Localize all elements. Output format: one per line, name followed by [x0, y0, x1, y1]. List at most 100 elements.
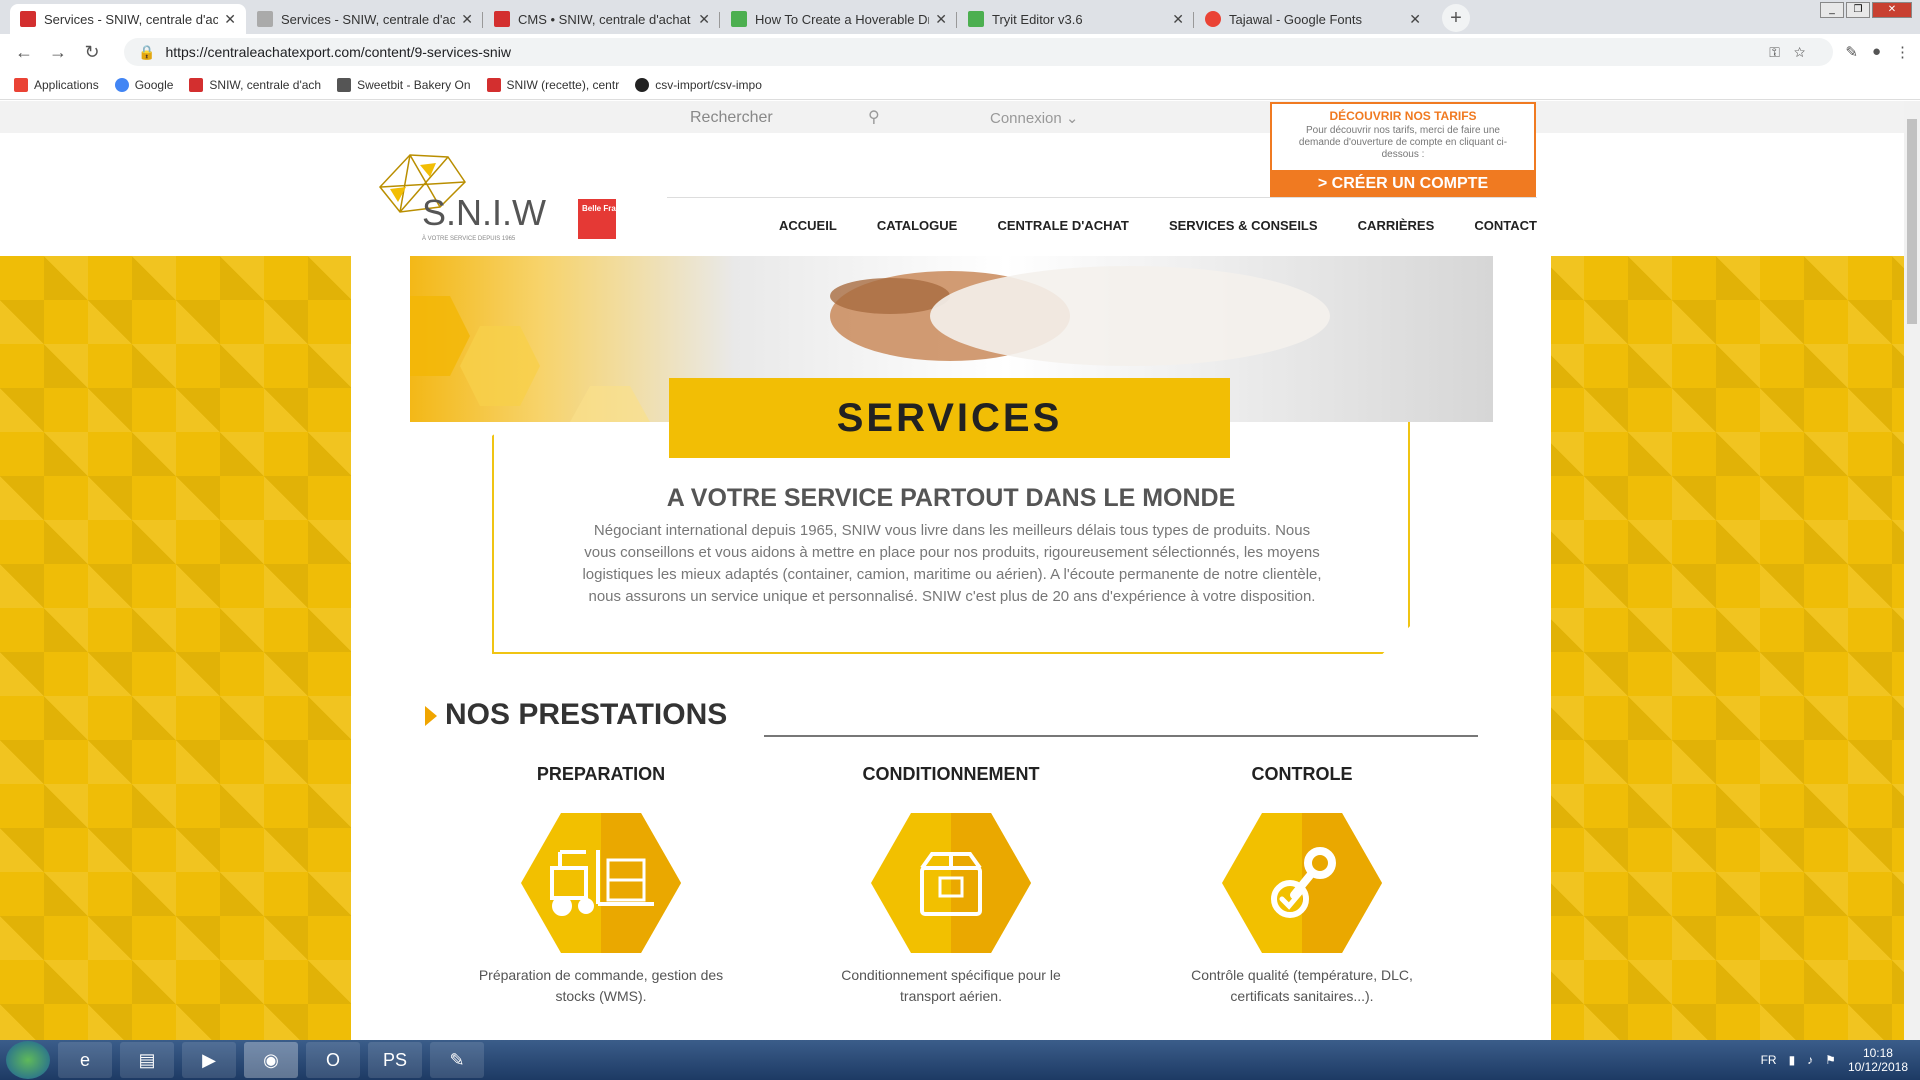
browser-tab[interactable]: How To Create a Hoverable Drop ✕	[721, 4, 957, 34]
browser-tab[interactable]: Services - SNIW, centrale d'achat ✕	[247, 4, 483, 34]
address-bar[interactable]: 🔒 https://centraleachatexport.com/conten…	[124, 38, 1834, 66]
profile-avatar-icon[interactable]: ●	[1872, 43, 1881, 61]
service-card-conditionnement[interactable]: CONDITIONNEMENT Conditionnement spécifiq…	[821, 764, 1081, 1007]
tab-close-icon[interactable]: ✕	[224, 11, 236, 28]
bookmarks-bar: Applications Google SNIW, centrale d'ach…	[0, 70, 1920, 100]
minimize-button[interactable]: _	[1820, 2, 1844, 18]
tab-favicon-icon	[494, 11, 510, 27]
site-topbar: Rechercher ⚲ Connexion ⌄	[0, 101, 1904, 133]
bookmark-item[interactable]: Sweetbit - Bakery On	[337, 77, 471, 92]
page-viewport: Rechercher ⚲ Connexion ⌄ DÉCOUVRIR NOS T…	[0, 101, 1904, 1040]
browser-tab[interactable]: Services - SNIW, centrale d'achat ✕	[10, 4, 246, 34]
system-tray: FR ▮ ♪ ⚑ 10:18 10/12/2018	[1761, 1046, 1920, 1074]
ie-icon[interactable]: e	[58, 1042, 112, 1078]
tab-title: Tryit Editor v3.6	[992, 11, 1083, 27]
close-window-button[interactable]: ✕	[1872, 2, 1912, 18]
explorer-icon[interactable]: ▤	[120, 1042, 174, 1078]
flag-icon[interactable]: ⚑	[1825, 1053, 1836, 1067]
login-dropdown[interactable]: Connexion ⌄	[990, 109, 1078, 127]
intro-paragraph: Négociant international depuis 1965, SNI…	[582, 522, 1322, 605]
nav-item-accueil[interactable]: ACCUEIL	[779, 218, 837, 233]
os-taskbar: e ▤ ▶ ◉ O PS ✎ FR ▮ ♪ ⚑ 10:18 10/12/2018	[0, 1040, 1920, 1080]
tab-favicon-icon	[1205, 11, 1221, 27]
service-title: CONDITIONNEMENT	[862, 764, 1040, 784]
partner-logo-text: Belle France	[582, 204, 620, 213]
nav-item-carrieres[interactable]: CARRIÈRES	[1358, 218, 1435, 233]
tab-close-icon[interactable]: ✕	[1409, 11, 1421, 28]
clock-time: 10:18	[1862, 1046, 1893, 1060]
service-description: Préparation de commande, gestion des sto…	[478, 967, 724, 1004]
promo-text: Pour découvrir nos tarifs, merci de fair…	[1298, 125, 1508, 160]
section-divider	[764, 735, 1478, 737]
main-navigation: ACCUEIL CATALOGUE CENTRALE D'ACHAT SERVI…	[667, 197, 1537, 257]
phpstorm-icon[interactable]: PS	[368, 1042, 422, 1078]
browser-tab[interactable]: Tajawal - Google Fonts ✕	[1195, 4, 1431, 34]
section-heading: NOS PRESTATIONS	[423, 698, 727, 732]
chevron-down-icon: ⌄	[1065, 110, 1079, 127]
new-tab-button[interactable]: +	[1442, 4, 1470, 32]
chrome-icon[interactable]: ◉	[244, 1042, 298, 1078]
bookmark-item[interactable]: SNIW, centrale d'ach	[189, 77, 322, 92]
network-icon[interactable]: ▮	[1789, 1053, 1796, 1067]
bookmark-item[interactable]: Google	[114, 77, 174, 92]
browser-tab[interactable]: Tryit Editor v3.6 ✕	[958, 4, 1194, 34]
search-input[interactable]: Rechercher	[690, 109, 773, 127]
github-icon	[635, 77, 650, 92]
menu-icon[interactable]: ⋮	[1895, 43, 1910, 61]
search-icon[interactable]: ⚲	[868, 107, 880, 127]
clock-date: 10/12/2018	[1847, 1060, 1908, 1074]
service-description: Conditionnement spécifique pour le trans…	[841, 967, 1061, 1004]
page-scrollbar[interactable]	[1904, 101, 1920, 1040]
apps-grid-icon	[14, 77, 28, 92]
bookmark-item[interactable]: SNIW (recette), centr	[486, 77, 619, 92]
volume-icon[interactable]: ♪	[1807, 1053, 1813, 1067]
service-description: Contrôle qualité (température, DLC, cert…	[1191, 967, 1413, 1004]
maximize-button[interactable]: ❐	[1846, 2, 1870, 18]
start-button[interactable]	[6, 1041, 50, 1079]
scrollbar-thumb[interactable]	[1907, 119, 1917, 324]
tab-strip: Services - SNIW, centrale d'achat ✕ Servi…	[0, 0, 1920, 34]
bookmark-star-icon[interactable]: ⚿☆	[1769, 44, 1819, 61]
bookmark-item[interactable]: Applications	[14, 77, 99, 92]
reload-icon[interactable]: ↻	[78, 42, 106, 63]
nav-item-catalogue[interactable]: CATALOGUE	[877, 218, 957, 233]
tab-favicon-icon	[20, 11, 36, 27]
promo-title: DÉCOUVRIR NOS TARIFS	[1329, 109, 1477, 123]
media-player-icon[interactable]: ▶	[182, 1042, 236, 1078]
browser-tab[interactable]: CMS • SNIW, centrale d'achat ex ✕	[484, 4, 720, 34]
eyedropper-icon[interactable]: ✎	[1845, 43, 1858, 61]
forward-icon[interactable]: →	[44, 42, 72, 63]
service-card-controle[interactable]: CONTROLE Contrôle qualité (température, …	[1172, 764, 1432, 1007]
bookmark-item[interactable]: csv-import/csv-impo	[635, 77, 762, 92]
bookmark-label: Google	[134, 77, 174, 92]
outlook-icon[interactable]: O	[306, 1042, 360, 1078]
tab-title: Services - SNIW, centrale d'achat	[281, 11, 456, 27]
login-label: Connexion	[990, 110, 1062, 127]
nav-item-services[interactable]: SERVICES & CONSEILS	[1169, 218, 1318, 233]
service-title: PREPARATION	[536, 764, 666, 784]
window-controls: _ ❐ ✕	[1820, 2, 1912, 18]
tab-favicon-icon	[257, 11, 273, 27]
intro-heading: A VOTRE SERVICE PARTOUT DANS LE MONDE	[666, 484, 1236, 512]
bookmark-label: Sweetbit - Bakery On	[357, 77, 471, 92]
tab-close-icon[interactable]: ✕	[461, 11, 473, 28]
nav-item-centrale-achat[interactable]: CENTRALE D'ACHAT	[997, 218, 1128, 233]
service-card-preparation[interactable]: PREPARATION Préparation de commande, ges…	[471, 764, 731, 1007]
bookmark-label: SNIW, centrale d'ach	[209, 77, 322, 92]
site-logo[interactable]: S.N.I.W À VOTRE SERVICE DEPUIS 1965 Bell…	[370, 147, 630, 247]
tab-close-icon[interactable]: ✕	[1172, 11, 1184, 28]
pricing-promo-box: DÉCOUVRIR NOS TARIFS Pour découvrir nos …	[1270, 102, 1536, 198]
paint-icon[interactable]: ✎	[430, 1042, 484, 1078]
nav-item-contact[interactable]: CONTACT	[1474, 218, 1537, 233]
clock[interactable]: 10:18 10/12/2018	[1848, 1046, 1908, 1074]
create-account-button[interactable]: > CRÉER UN COMPTE	[1270, 170, 1536, 198]
tab-title: Services - SNIW, centrale d'achat	[44, 11, 219, 27]
language-indicator[interactable]: FR	[1761, 1053, 1777, 1067]
url-text: https://centraleachatexport.com/content/…	[165, 44, 511, 60]
tab-close-icon[interactable]: ✕	[935, 11, 947, 28]
tab-close-icon[interactable]: ✕	[698, 11, 710, 28]
back-icon[interactable]: ←	[10, 42, 38, 63]
tab-title: CMS • SNIW, centrale d'achat ex	[518, 11, 693, 27]
tab-favicon-icon	[968, 11, 984, 27]
bookmark-label: csv-import/csv-impo	[655, 77, 762, 92]
